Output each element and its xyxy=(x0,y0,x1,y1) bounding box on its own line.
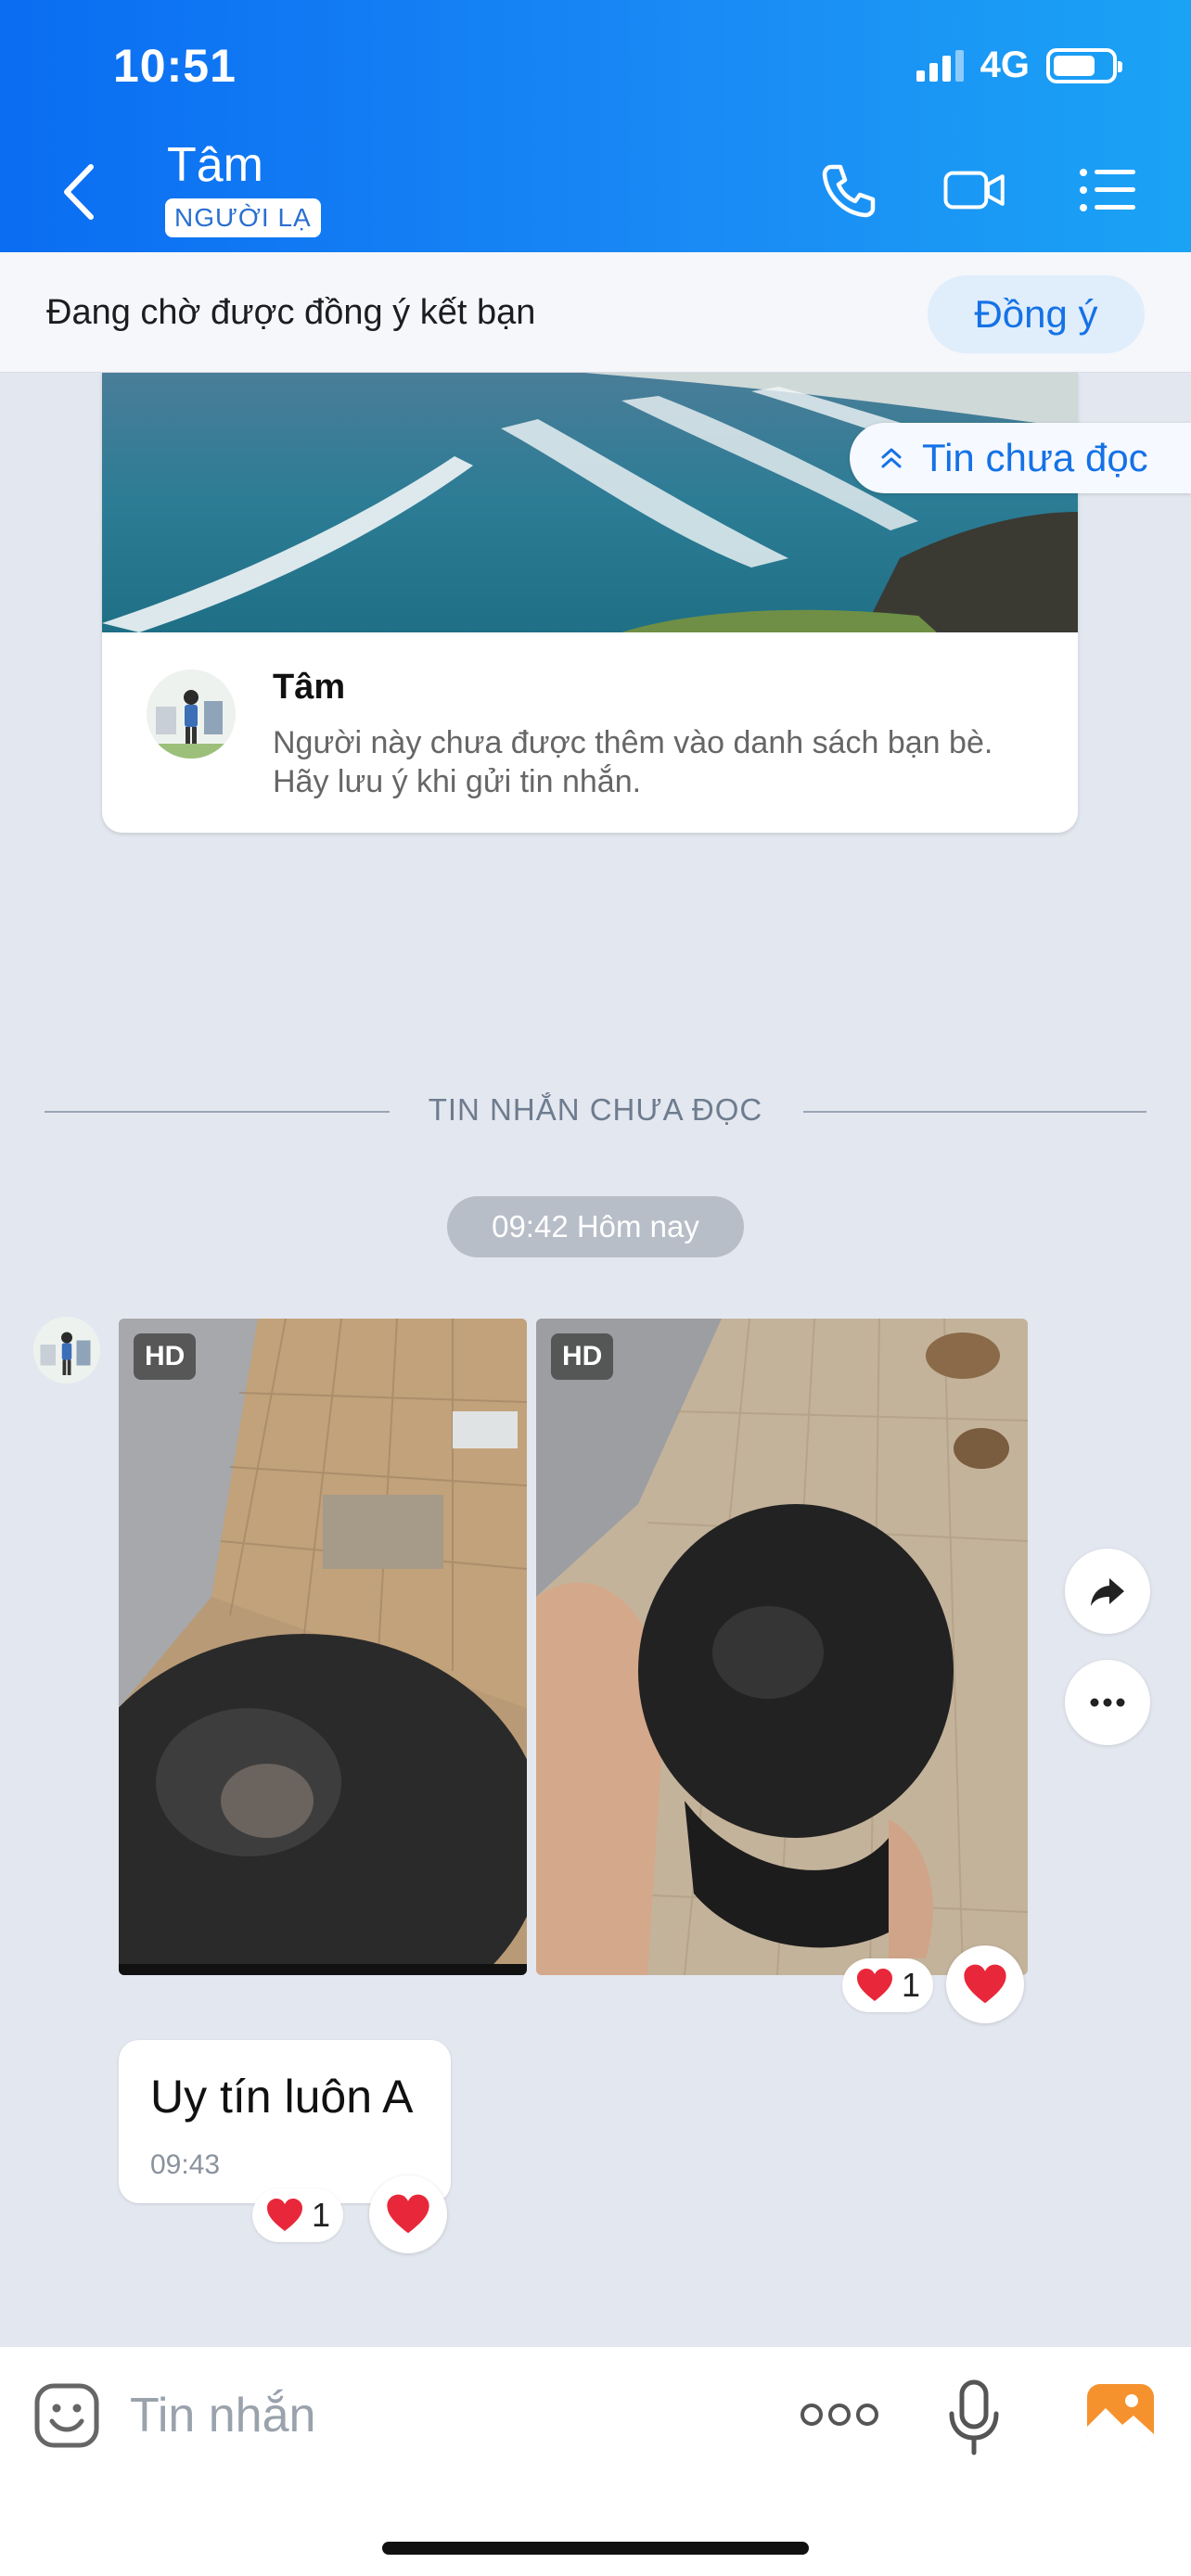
accept-button[interactable]: Đồng ý xyxy=(928,275,1145,353)
sender-avatar[interactable] xyxy=(33,1317,100,1384)
network-label: 4G xyxy=(980,45,1030,85)
reaction-count[interactable]: 1 xyxy=(252,2188,344,2242)
contact-name[interactable]: Tâm xyxy=(167,137,263,193)
hair-photo-2[interactable]: HD xyxy=(536,1319,1028,1975)
unread-divider: TIN NHẮN CHƯA ĐỌC xyxy=(45,1083,1146,1139)
status-time: 10:51 xyxy=(113,40,237,92)
more-options-button[interactable] xyxy=(1065,1660,1150,1745)
heart-icon xyxy=(857,1969,892,2001)
home-indicator xyxy=(382,2542,809,2555)
heart-icon xyxy=(267,2199,302,2231)
avatar[interactable] xyxy=(147,670,236,759)
reaction-count-value: 1 xyxy=(902,1966,921,2004)
react-heart-button[interactable] xyxy=(369,2175,447,2253)
pending-friend-bar: Đang chờ được đồng ý kết bạn Đồng ý xyxy=(0,252,1191,373)
photo-image xyxy=(536,1319,1028,1975)
phone-icon[interactable] xyxy=(816,158,881,223)
share-arrow-icon xyxy=(1091,1578,1124,1606)
microphone-icon[interactable] xyxy=(946,2378,1002,2458)
heart-icon xyxy=(387,2194,429,2234)
more-dots-icon[interactable] xyxy=(800,2401,879,2429)
chat-header: 10:51 4G Tâm NGƯỜI LẠ xyxy=(0,0,1191,252)
unread-jump-button[interactable]: Tin chưa đọc xyxy=(850,423,1191,493)
photo-image xyxy=(119,1319,527,1975)
reaction-count[interactable]: 1 xyxy=(842,1958,934,2012)
forward-button[interactable] xyxy=(1065,1549,1150,1634)
reaction-count-value: 1 xyxy=(312,2196,331,2234)
composer-bar: Tin nhắn xyxy=(0,2346,1191,2576)
heart-icon xyxy=(964,1964,1006,2004)
date-chip: 09:42 Hôm nay xyxy=(447,1196,744,1257)
signal-icon xyxy=(916,49,964,82)
cover-photo xyxy=(102,373,1078,632)
double-chevron-up-icon xyxy=(881,448,902,468)
profile-warning-note: Người này chưa được thêm vào danh sách b… xyxy=(273,725,993,799)
battery-icon xyxy=(1046,47,1122,83)
back-icon[interactable] xyxy=(54,159,109,224)
menu-list-icon[interactable] xyxy=(1076,158,1141,223)
status-indicators: 4G xyxy=(916,45,1122,86)
react-heart-button[interactable] xyxy=(946,1945,1024,2023)
message-time: 09:43 xyxy=(150,2149,221,2180)
video-call-icon[interactable] xyxy=(942,158,1007,223)
profile-name: Tâm xyxy=(273,668,346,707)
hd-badge: HD xyxy=(134,1333,197,1380)
message-text: Uy tín luôn A xyxy=(150,2071,414,2123)
ellipsis-icon xyxy=(1090,1698,1125,1707)
sticker-icon[interactable] xyxy=(33,2382,100,2449)
hd-badge: HD xyxy=(551,1333,614,1380)
stranger-badge: NGƯỜI LẠ xyxy=(165,198,321,237)
pending-text: Đang chờ được đồng ý kết bạn xyxy=(46,293,536,332)
gallery-icon[interactable] xyxy=(1085,2382,1156,2449)
unread-jump-label: Tin chưa đọc xyxy=(922,436,1148,479)
message-input[interactable]: Tin nhắn xyxy=(130,2388,315,2443)
hair-photo-1[interactable]: HD xyxy=(119,1319,527,1975)
unread-divider-label: TIN NHẮN CHƯA ĐỌC xyxy=(428,1092,763,1127)
